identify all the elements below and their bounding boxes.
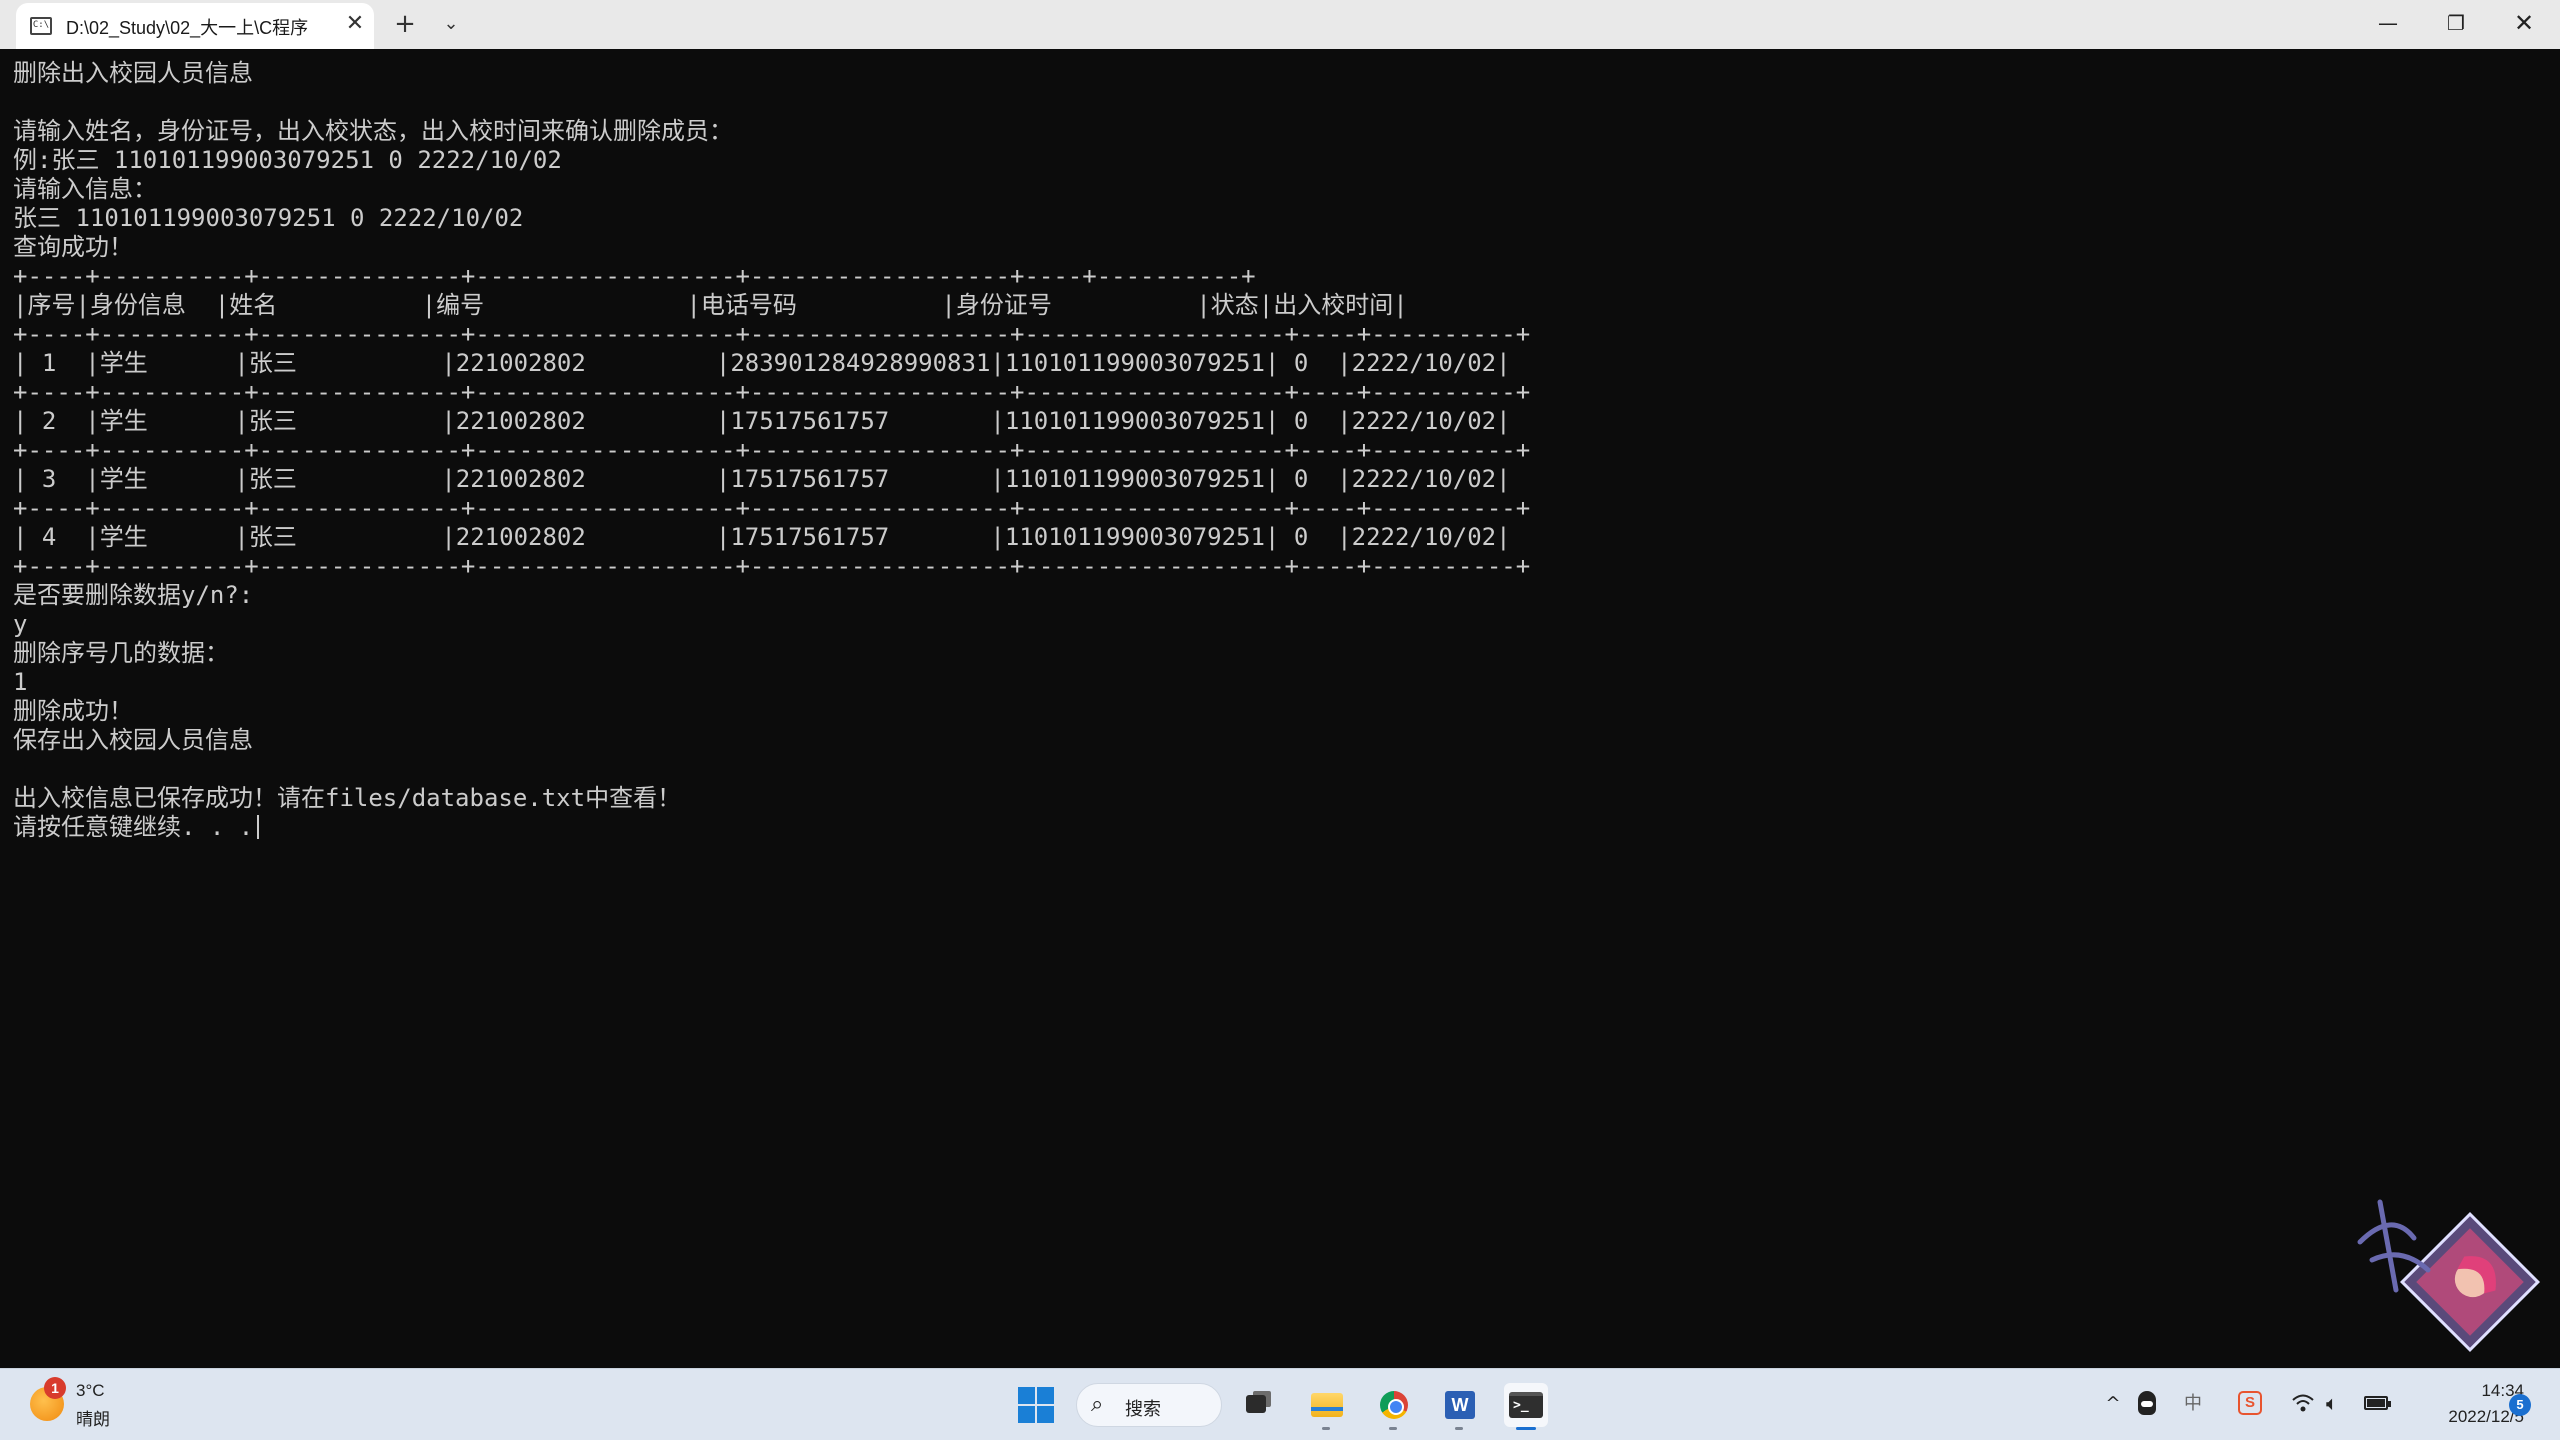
table-header: |序号|身份信息 |姓名 |编号 |电话号码 |身份证号 |状态|出入校时间| [13, 291, 1408, 319]
console-prompt: 请按任意键继续. . . [13, 813, 254, 841]
weather-badge: 1 [44, 1377, 66, 1399]
start-button[interactable] [1018, 1387, 1054, 1423]
table-border: +----+----------+--------------+--------… [13, 378, 1531, 406]
console-line: 删除出入校园人员信息 [13, 59, 253, 87]
new-tab-button[interactable]: + [390, 9, 420, 39]
console-line: 1 [13, 668, 28, 696]
notification-badge[interactable]: 5 [2509, 1394, 2531, 1416]
console-line: 请输入信息： [13, 175, 157, 203]
console-prompt-line: 请按任意键继续. . . [13, 813, 2543, 842]
terminal-button[interactable]: >_ [1504, 1383, 1548, 1430]
console-line: 出入校信息已保存成功！请在files/database.txt中查看！ [13, 784, 682, 812]
file-explorer-button[interactable] [1305, 1383, 1349, 1430]
table-row: | 2 |学生 |张三 |221002802 |17517561757 |110… [13, 407, 1511, 435]
tab-dropdown-button[interactable]: ⌄ [436, 9, 466, 39]
chrome-button[interactable] [1372, 1383, 1416, 1430]
console-line: 保存出入校园人员信息 [13, 726, 253, 754]
chrome-icon [1380, 1391, 1408, 1419]
terminal-tab[interactable]: C:\ D:\02_Study\02_大一上\C程序 ✕ [16, 3, 374, 49]
running-indicator [1322, 1427, 1330, 1430]
active-indicator [1516, 1427, 1536, 1430]
running-indicator [1455, 1427, 1463, 1430]
console-line: 请输入姓名，身份证号，出入校状态，出入校时间来确认删除成员： [13, 117, 733, 145]
text-cursor [257, 815, 260, 839]
wifi-icon[interactable] [2292, 1393, 2314, 1413]
running-indicator [1389, 1427, 1397, 1430]
word-icon: W [1445, 1391, 1475, 1419]
qq-icon[interactable] [2138, 1391, 2156, 1415]
sogou-input-icon[interactable]: S [2238, 1391, 2262, 1415]
weather-condition: 晴朗 [76, 1410, 110, 1429]
volume-icon[interactable]: 🔈︎ [2326, 1389, 2350, 1417]
console-line: y [13, 610, 28, 638]
console-line: 例:张三 110101199003079251 0 2222/10/02 [13, 146, 562, 174]
show-hidden-icons-button[interactable]: ^ [2100, 1389, 2126, 1419]
table-border: +----+----------+--------------+--------… [13, 262, 1256, 290]
table-row: | 1 |学生 |张三 |221002802 |2839012849289908… [13, 349, 1511, 377]
table-border: +----+----------+--------------+--------… [13, 552, 1531, 580]
title-bar: C:\ D:\02_Study\02_大一上\C程序 ✕ + ⌄ — ❐ ✕ [0, 0, 2560, 49]
close-button[interactable]: ✕ [2490, 0, 2558, 49]
console-line: 查询成功！ [13, 233, 133, 261]
maximize-button[interactable]: ❐ [2422, 0, 2490, 49]
task-view-icon [1246, 1395, 1266, 1413]
windows-logo-icon [1037, 1387, 1054, 1404]
search-label: 搜索 [1125, 1399, 1161, 1419]
console-icon: C:\ [30, 17, 52, 35]
console-line: 是否要删除数据y/n?: [13, 581, 254, 609]
avatar-sticker [2357, 1199, 2541, 1353]
tab-close-button[interactable]: ✕ [342, 11, 368, 37]
taskbar: 1 3°C 晴朗 ⌕ 搜索 W >_ ^ 中 S 🔈︎ 14:34 2022/1… [0, 1368, 2560, 1440]
console-line: 删除成功！ [13, 697, 133, 725]
minimize-button[interactable]: — [2354, 0, 2422, 49]
word-button[interactable]: W [1438, 1383, 1482, 1430]
table-row: | 3 |学生 |张三 |221002802 |17517561757 |110… [13, 465, 1511, 493]
battery-level [2367, 1399, 2385, 1407]
folder-icon [1311, 1393, 1343, 1417]
console-line: 张三 110101199003079251 0 2222/10/02 [13, 204, 524, 232]
task-view-button[interactable] [1236, 1383, 1280, 1427]
ime-indicator[interactable]: 中 [2178, 1389, 2208, 1419]
tab-title: D:\02_Study\02_大一上\C程序 [66, 18, 309, 38]
battery-icon[interactable] [2364, 1396, 2391, 1410]
table-border: +----+----------+--------------+--------… [13, 320, 1531, 348]
windows-logo-icon [1018, 1406, 1035, 1423]
clock-date: 2022/12/5 [2448, 1407, 2524, 1426]
weather-temperature: 3°C [76, 1381, 105, 1400]
console-line: 删除序号几的数据： [13, 639, 229, 667]
table-border: +----+----------+--------------+--------… [13, 494, 1531, 522]
table-border: +----+----------+--------------+--------… [13, 436, 1531, 464]
terminal-icon: >_ [1509, 1392, 1543, 1418]
console-output[interactable]: 删除出入校园人员信息 请输入姓名，身份证号，出入校状态，出入校时间来确认删除成员… [13, 59, 2543, 1359]
search-icon: ⌕ [1091, 1392, 1104, 1417]
windows-logo-icon [1037, 1406, 1054, 1423]
taskbar-search[interactable]: ⌕ 搜索 [1076, 1383, 1222, 1427]
windows-logo-icon [1018, 1387, 1035, 1404]
table-row: | 4 |学生 |张三 |221002802 |17517561757 |110… [13, 523, 1511, 551]
